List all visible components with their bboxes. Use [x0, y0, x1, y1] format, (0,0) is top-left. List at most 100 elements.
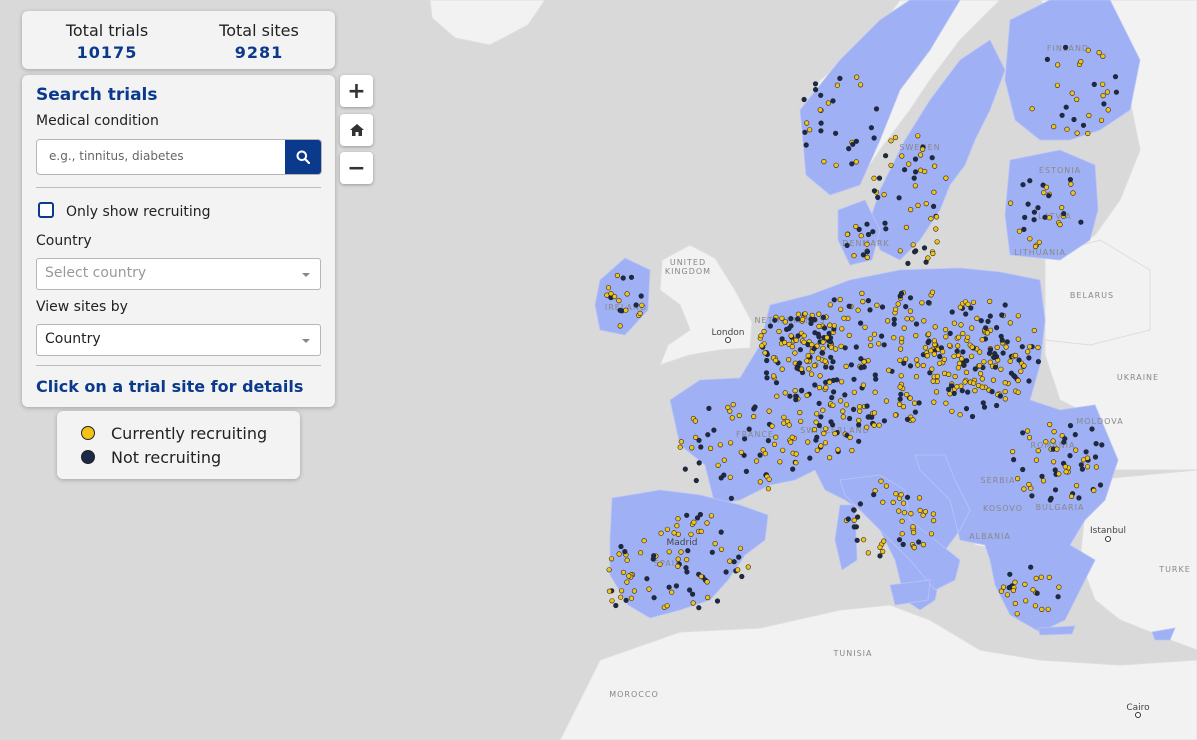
trial-site-marker[interactable]: [1051, 429, 1057, 435]
trial-site-marker[interactable]: [874, 302, 880, 308]
trial-site-marker[interactable]: [917, 507, 923, 514]
trial-site-marker[interactable]: [929, 289, 936, 295]
trial-site-marker[interactable]: [847, 434, 853, 441]
trial-site-marker[interactable]: [1027, 178, 1033, 184]
trial-site-marker[interactable]: [765, 486, 772, 492]
trial-site-marker[interactable]: [846, 303, 852, 309]
trial-site-marker[interactable]: [664, 603, 670, 609]
trial-site-marker[interactable]: [736, 554, 742, 560]
trial-site-marker[interactable]: [638, 293, 644, 299]
trial-site-marker[interactable]: [859, 290, 865, 297]
trial-site-marker[interactable]: [822, 358, 828, 364]
trial-site-marker[interactable]: [911, 175, 917, 181]
trial-site-marker[interactable]: [811, 346, 817, 352]
trial-site-marker[interactable]: [793, 393, 799, 399]
trial-site-marker[interactable]: [1074, 130, 1080, 136]
trial-site-marker[interactable]: [919, 300, 925, 306]
trial-site-marker[interactable]: [943, 334, 949, 340]
trial-site-marker[interactable]: [1052, 487, 1059, 493]
trial-site-marker[interactable]: [937, 360, 943, 366]
trial-site-marker[interactable]: [834, 82, 841, 88]
trial-site-marker[interactable]: [1021, 226, 1027, 232]
trial-site-marker[interactable]: [804, 358, 810, 364]
trial-site-marker[interactable]: [897, 346, 904, 352]
trial-site-marker[interactable]: [999, 312, 1005, 318]
trial-site-marker[interactable]: [1050, 459, 1057, 465]
trial-site-marker[interactable]: [931, 351, 937, 357]
trial-site-marker[interactable]: [868, 125, 875, 131]
trial-site-marker[interactable]: [613, 602, 619, 609]
trial-site-marker[interactable]: [928, 216, 934, 222]
trial-site-marker[interactable]: [1078, 219, 1084, 225]
trial-site-marker[interactable]: [1068, 181, 1074, 187]
trial-site-marker[interactable]: [1012, 600, 1018, 607]
trial-site-marker[interactable]: [934, 239, 940, 245]
trial-site-marker[interactable]: [892, 412, 899, 418]
trial-site-marker[interactable]: [794, 365, 800, 371]
trial-site-marker[interactable]: [955, 343, 961, 349]
trial-site-marker[interactable]: [674, 523, 680, 529]
trial-site-marker[interactable]: [711, 427, 717, 433]
trial-site-marker[interactable]: [883, 483, 890, 489]
trial-site-marker[interactable]: [1016, 357, 1022, 363]
trial-site-marker[interactable]: [979, 384, 985, 390]
trial-site-marker[interactable]: [696, 460, 702, 466]
trial-site-marker[interactable]: [779, 366, 785, 372]
trial-site-marker[interactable]: [1112, 74, 1119, 80]
trial-site-marker[interactable]: [871, 175, 877, 181]
trial-site-marker[interactable]: [618, 594, 624, 600]
trial-site-marker[interactable]: [977, 371, 984, 377]
trial-site-marker[interactable]: [771, 373, 777, 379]
trial-site-marker[interactable]: [1046, 193, 1052, 199]
trial-site-marker[interactable]: [777, 459, 783, 465]
trial-site-marker[interactable]: [794, 316, 801, 322]
trial-site-marker[interactable]: [696, 605, 702, 611]
trial-site-marker[interactable]: [827, 322, 833, 328]
trial-site-marker[interactable]: [706, 405, 712, 412]
trial-site-marker[interactable]: [804, 120, 810, 126]
trial-site-marker[interactable]: [817, 107, 823, 113]
trial-site-marker[interactable]: [1073, 447, 1079, 453]
trial-site-marker[interactable]: [880, 499, 886, 505]
trial-site-marker[interactable]: [650, 556, 656, 562]
trial-site-marker[interactable]: [757, 479, 763, 485]
trial-site-marker[interactable]: [1040, 478, 1047, 484]
trial-site-marker[interactable]: [761, 328, 767, 335]
trial-site-marker[interactable]: [1027, 344, 1033, 350]
trial-site-marker[interactable]: [974, 315, 980, 322]
trial-site-marker[interactable]: [729, 415, 735, 421]
trial-site-marker[interactable]: [911, 400, 918, 406]
trial-site-marker[interactable]: [817, 373, 823, 379]
trial-site-marker[interactable]: [608, 556, 615, 562]
trial-site-marker[interactable]: [698, 444, 704, 450]
trial-site-marker[interactable]: [763, 370, 770, 376]
trial-site-marker[interactable]: [903, 356, 909, 362]
trial-site-marker[interactable]: [968, 353, 975, 359]
trial-site-marker[interactable]: [814, 447, 820, 453]
trial-site-marker[interactable]: [957, 304, 963, 310]
trial-site-marker[interactable]: [919, 146, 926, 152]
trial-site-marker[interactable]: [857, 408, 863, 414]
trial-site-marker[interactable]: [617, 323, 623, 329]
trial-site-marker[interactable]: [690, 600, 696, 606]
trial-site-marker[interactable]: [618, 588, 625, 594]
trial-site-marker[interactable]: [788, 316, 794, 322]
trial-site-marker[interactable]: [1002, 389, 1008, 395]
trial-site-marker[interactable]: [850, 406, 857, 413]
trial-site-marker[interactable]: [1022, 214, 1028, 220]
trial-site-marker[interactable]: [766, 476, 772, 482]
trial-site-marker[interactable]: [684, 512, 690, 518]
trial-site-marker[interactable]: [821, 325, 828, 331]
trial-site-marker[interactable]: [1014, 611, 1020, 617]
trial-site-marker[interactable]: [689, 591, 696, 597]
trial-site-marker[interactable]: [827, 302, 833, 308]
trial-site-marker[interactable]: [1050, 438, 1056, 444]
trial-site-marker[interactable]: [616, 551, 622, 557]
trial-site-marker[interactable]: [1084, 464, 1091, 470]
trial-site-marker[interactable]: [818, 414, 824, 420]
trial-site-marker[interactable]: [856, 404, 863, 410]
trial-site-marker[interactable]: [705, 432, 711, 438]
trial-site-marker[interactable]: [941, 370, 948, 377]
trial-site-marker[interactable]: [793, 451, 799, 457]
trial-site-marker[interactable]: [762, 451, 768, 457]
